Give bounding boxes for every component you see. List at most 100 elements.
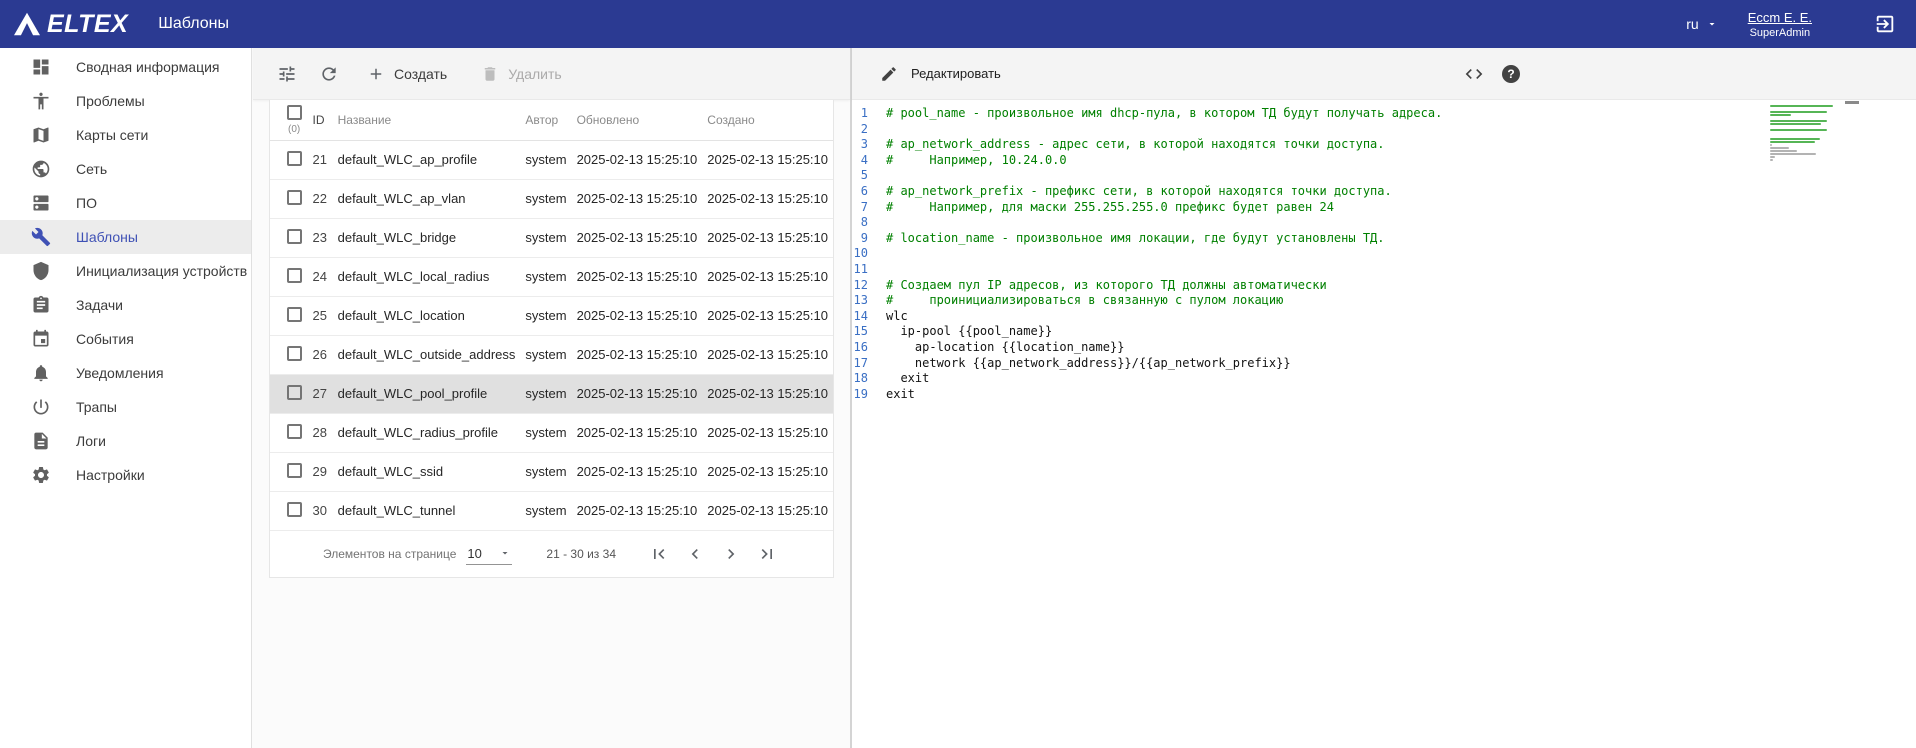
sidebar-item-settings[interactable]: Настройки <box>0 458 251 492</box>
last-page-button[interactable] <box>754 541 780 567</box>
cell-author: system <box>520 335 571 374</box>
per-page-select[interactable]: 10 <box>466 543 512 565</box>
code-line: 11 <box>852 262 1916 278</box>
editor-minimap[interactable] <box>1770 105 1840 162</box>
line-number: 17 <box>852 356 886 372</box>
per-page-value: 10 <box>467 546 481 561</box>
table-row[interactable]: 30 default_WLC_tunnel system 2025-02-13 … <box>270 491 833 530</box>
cell-created: 2025-02-13 15:25:10 <box>702 491 833 530</box>
sidebar-item-label: Сеть <box>76 161 107 177</box>
sidebar-item-network-maps[interactable]: Карты сети <box>0 118 251 152</box>
line-number: 10 <box>852 246 886 262</box>
code-line: 14 wlc <box>852 309 1916 325</box>
create-button[interactable]: Создать <box>353 56 461 92</box>
code-line: 13 # проинициализироваться в связанную с… <box>852 293 1916 309</box>
table-row[interactable]: 23 default_WLC_bridge system 2025-02-13 … <box>270 218 833 257</box>
cell-created: 2025-02-13 15:25:10 <box>702 257 833 296</box>
table-header-row: (0) ID Название Автор Обновлено Создано <box>270 100 833 140</box>
row-checkbox[interactable] <box>287 307 302 322</box>
sidebar-item-device-init[interactable]: Инициализация устройств <box>0 254 251 288</box>
code-line: 3 # ap_network_address - адрес сети, в к… <box>852 137 1916 153</box>
sidebar-item-summary[interactable]: Сводная информация <box>0 50 251 84</box>
table-row[interactable]: 28 default_WLC_radius_profile system 202… <box>270 413 833 452</box>
line-number: 9 <box>852 231 886 247</box>
first-page-button[interactable] <box>646 541 672 567</box>
edit-button[interactable]: Редактировать <box>880 65 1001 83</box>
templates-list-panel: Создать Удалить (0) ID Название Автор Об… <box>253 48 850 748</box>
sidebar-item-traps[interactable]: Трапы <box>0 390 251 424</box>
row-checkbox[interactable] <box>287 151 302 166</box>
editor-toolbar: Редактировать ? <box>852 48 1916 100</box>
minimap-line <box>1770 105 1833 107</box>
user-menu[interactable]: Eccm E. E. SuperAdmin <box>1748 10 1812 39</box>
table-row[interactable]: 27 default_WLC_pool_profile system 2025-… <box>270 374 833 413</box>
cell-updated: 2025-02-13 15:25:10 <box>572 218 703 257</box>
scrollbar-thumb[interactable] <box>1845 101 1859 104</box>
line-number: 8 <box>852 215 886 231</box>
eltex-logo[interactable]: ELTEX <box>12 10 128 39</box>
user-role: SuperAdmin <box>1748 27 1812 39</box>
cell-author: system <box>520 374 571 413</box>
minimap-line <box>1770 153 1816 155</box>
table-row[interactable]: 26 default_WLC_outside_address system 20… <box>270 335 833 374</box>
code-line: 2 <box>852 122 1916 138</box>
cell-name: default_WLC_bridge <box>333 218 521 257</box>
table-row[interactable]: 21 default_WLC_ap_profile system 2025-02… <box>270 140 833 179</box>
sidebar-item-problems[interactable]: Проблемы <box>0 84 251 118</box>
logout-icon[interactable] <box>1874 13 1896 35</box>
row-checkbox[interactable] <box>287 190 302 205</box>
prev-page-button[interactable] <box>682 541 708 567</box>
delete-button[interactable]: Удалить <box>467 56 575 92</box>
cell-updated: 2025-02-13 15:25:10 <box>572 374 703 413</box>
cell-created: 2025-02-13 15:25:10 <box>702 140 833 179</box>
line-number: 14 <box>852 309 886 325</box>
line-number: 19 <box>852 387 886 403</box>
select-all-checkbox[interactable] <box>287 105 302 120</box>
column-header-name: Название <box>333 100 521 140</box>
cell-author: system <box>520 179 571 218</box>
line-number: 13 <box>852 293 886 309</box>
table-row[interactable]: 22 default_WLC_ap_vlan system 2025-02-13… <box>270 179 833 218</box>
language-selector[interactable]: ru <box>1686 16 1717 32</box>
sidebar-item-label: Шаблоны <box>76 229 138 245</box>
gear-icon <box>31 465 51 485</box>
help-icon[interactable]: ? <box>1502 65 1520 83</box>
code-editor[interactable]: 1 # pool_name - произвольное имя dhcp-пу… <box>852 100 1916 748</box>
dashboard-icon <box>31 57 51 77</box>
row-checkbox[interactable] <box>287 502 302 517</box>
cell-id: 26 <box>308 335 333 374</box>
row-checkbox[interactable] <box>287 463 302 478</box>
next-page-button[interactable] <box>718 541 744 567</box>
code-line: 17 network {{ap_network_address}}/{{ap_n… <box>852 356 1916 372</box>
line-number: 2 <box>852 122 886 138</box>
sidebar-item-events[interactable]: События <box>0 322 251 356</box>
table-row[interactable]: 25 default_WLC_location system 2025-02-1… <box>270 296 833 335</box>
cell-author: system <box>520 452 571 491</box>
filter-icon[interactable] <box>269 56 305 92</box>
cell-name: default_WLC_tunnel <box>333 491 521 530</box>
language-value: ru <box>1686 16 1698 32</box>
table-row[interactable]: 24 default_WLC_local_radius system 2025-… <box>270 257 833 296</box>
row-checkbox[interactable] <box>287 346 302 361</box>
row-checkbox[interactable] <box>287 268 302 283</box>
sidebar-item-logs[interactable]: Логи <box>0 424 251 458</box>
row-checkbox[interactable] <box>287 424 302 439</box>
sidebar-item-software[interactable]: ПО <box>0 186 251 220</box>
cell-author: system <box>520 413 571 452</box>
list-toolbar: Создать Удалить <box>253 48 850 100</box>
sidebar-item-tasks[interactable]: Задачи <box>0 288 251 322</box>
row-checkbox[interactable] <box>287 385 302 400</box>
code-line: 1 # pool_name - произвольное имя dhcp-пу… <box>852 106 1916 122</box>
code-line: 7 # Например, для маски 255.255.255.0 пр… <box>852 200 1916 216</box>
map-icon <box>31 125 51 145</box>
chevron-down-icon <box>1706 18 1718 30</box>
row-checkbox[interactable] <box>287 229 302 244</box>
sidebar-item-network[interactable]: Сеть <box>0 152 251 186</box>
line-number: 18 <box>852 371 886 387</box>
column-header-id: ID <box>308 100 333 140</box>
code-view-icon[interactable] <box>1464 64 1484 84</box>
refresh-icon[interactable] <box>311 56 347 92</box>
table-row[interactable]: 29 default_WLC_ssid system 2025-02-13 15… <box>270 452 833 491</box>
sidebar-item-notifications[interactable]: Уведомления <box>0 356 251 390</box>
sidebar-item-templates[interactable]: Шаблоны <box>0 220 251 254</box>
